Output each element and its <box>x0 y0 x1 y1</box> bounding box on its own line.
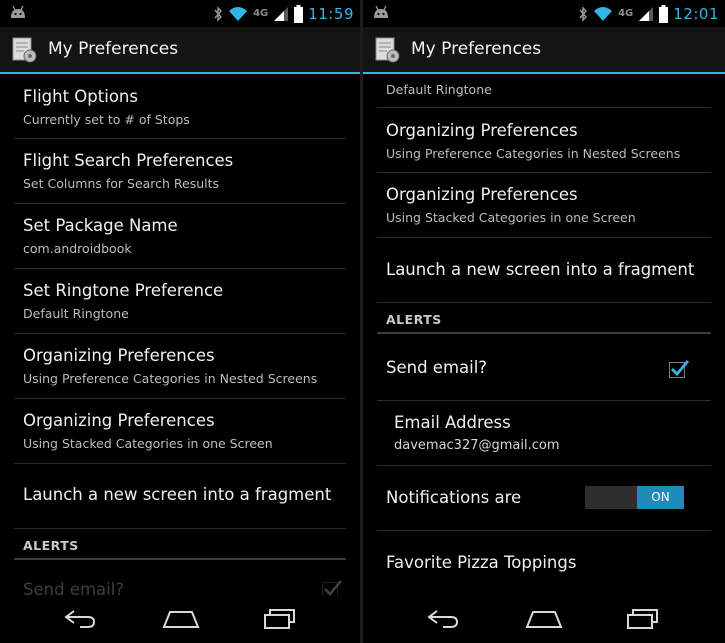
pref-summary: Using Preference Categories in Nested Sc… <box>386 146 681 161</box>
pref-title: Organizing Preferences <box>386 185 578 204</box>
app-title: My Preferences <box>411 39 542 59</box>
pref-summary: Using Stacked Categories in one Screen <box>386 210 636 225</box>
pref-summary: Currently set to # of Stops <box>23 112 190 127</box>
network-type-label: 4G <box>618 8 634 19</box>
pref-title: Set Ringtone Preference <box>23 281 224 300</box>
phone-screen-left: 4G 11:59 My Preferences Flight Options C… <box>0 0 360 643</box>
action-bar: My Preferences <box>363 27 725 72</box>
pref-title: Launch a new screen into a fragment <box>23 485 332 504</box>
category-divider <box>14 558 346 560</box>
pref-send-email[interactable]: Send email? <box>14 568 346 596</box>
status-bar: 4G 12:01 <box>363 0 725 27</box>
pref-title: Organizing Preferences <box>23 346 215 365</box>
battery-icon <box>659 4 669 23</box>
pref-title: Set Package Name <box>23 216 178 235</box>
notifications-toggle[interactable]: ON <box>585 486 684 509</box>
category-header-alerts: ALERTS <box>23 538 79 553</box>
pref-summary: Default Ringtone <box>386 82 492 97</box>
home-icon[interactable] <box>160 608 202 630</box>
pref-title: Send email? <box>386 358 488 377</box>
phone-screen-right: 4G 12:01 My Preferences Default Ringtone <box>363 0 725 643</box>
pref-favorite-pizza[interactable]: Favorite Pizza Toppings <box>377 531 711 595</box>
pref-flight-search[interactable]: Flight Search Preferences Set Columns fo… <box>14 139 346 203</box>
pref-title: Flight Options <box>23 87 138 106</box>
pref-title: Organizing Preferences <box>386 121 578 140</box>
pref-summary: com.androidbook <box>23 241 132 256</box>
preference-list[interactable]: Default Ringtone Organizing Preferences … <box>363 74 725 596</box>
pref-title: Email Address <box>394 413 511 432</box>
preference-list[interactable]: Flight Options Currently set to # of Sto… <box>0 74 360 596</box>
pref-title: Send email? <box>23 580 125 596</box>
bluetooth-icon <box>579 5 588 22</box>
back-icon[interactable] <box>62 608 98 630</box>
pref-title: Notifications are <box>386 488 522 507</box>
toggle-state-label: ON <box>637 486 684 509</box>
pref-title: Launch a new screen into a fragment <box>386 260 695 279</box>
back-icon[interactable] <box>425 608 461 630</box>
pref-title: Organizing Preferences <box>23 411 215 430</box>
pref-summary: Set Columns for Search Results <box>23 176 220 191</box>
pref-organizing-nested[interactable]: Organizing Preferences Using Preference … <box>377 108 711 172</box>
preferences-app-icon[interactable] <box>10 36 38 64</box>
pref-email-address[interactable]: Email Address davemac327@gmail.com <box>377 401 711 465</box>
pref-organizing-nested[interactable]: Organizing Preferences Using Preference … <box>14 334 346 398</box>
recent-apps-icon[interactable] <box>625 608 661 630</box>
android-icon <box>11 5 25 18</box>
pref-summary: davemac327@gmail.com <box>394 438 560 453</box>
pref-package-name[interactable]: Set Package Name com.androidbook <box>14 204 346 268</box>
home-icon[interactable] <box>523 608 565 630</box>
pref-summary: Using Preference Categories in Nested Sc… <box>23 371 318 386</box>
battery-icon <box>294 4 304 23</box>
pref-summary: Using Stacked Categories in one Screen <box>23 436 273 451</box>
status-bar: 4G 11:59 <box>0 0 360 27</box>
separator <box>14 528 346 529</box>
pref-organizing-stacked[interactable]: Organizing Preferences Using Stacked Cat… <box>14 399 346 463</box>
preferences-app-icon[interactable] <box>373 36 401 64</box>
recent-apps-icon[interactable] <box>262 608 298 630</box>
pref-title: Flight Search Preferences <box>23 151 234 170</box>
app-title: My Preferences <box>48 39 179 59</box>
send-email-checkbox[interactable] <box>322 580 342 596</box>
send-email-checkbox[interactable] <box>669 360 690 378</box>
clock: 12:01 <box>673 4 719 23</box>
clock: 11:59 <box>308 4 354 23</box>
pref-launch-fragment[interactable]: Launch a new screen into a fragment <box>377 238 711 302</box>
navigation-bar <box>0 596 360 643</box>
checkmark-icon <box>671 360 690 377</box>
android-icon <box>374 5 388 18</box>
bluetooth-icon <box>214 5 223 22</box>
signal-icon <box>274 6 289 21</box>
action-bar: My Preferences <box>0 27 360 72</box>
category-header-alerts: ALERTS <box>386 312 442 327</box>
pref-launch-fragment[interactable]: Launch a new screen into a fragment <box>14 464 346 528</box>
network-type-label: 4G <box>253 8 269 19</box>
checkmark-icon <box>324 580 342 596</box>
pref-send-email[interactable]: Send email? <box>377 334 711 400</box>
pref-flight-options[interactable]: Flight Options Currently set to # of Sto… <box>14 74 346 138</box>
pref-summary: Default Ringtone <box>23 306 129 321</box>
pref-notifications[interactable]: Notifications are ON <box>377 466 711 530</box>
pref-title: Favorite Pizza Toppings <box>386 553 577 572</box>
pref-organizing-stacked[interactable]: Organizing Preferences Using Stacked Cat… <box>377 173 711 237</box>
wifi-icon <box>229 6 248 21</box>
separator <box>377 302 711 303</box>
navigation-bar <box>363 596 725 643</box>
wifi-icon <box>594 6 613 21</box>
signal-icon <box>639 6 654 21</box>
pref-ringtone[interactable]: Set Ringtone Preference Default Ringtone <box>14 269 346 333</box>
